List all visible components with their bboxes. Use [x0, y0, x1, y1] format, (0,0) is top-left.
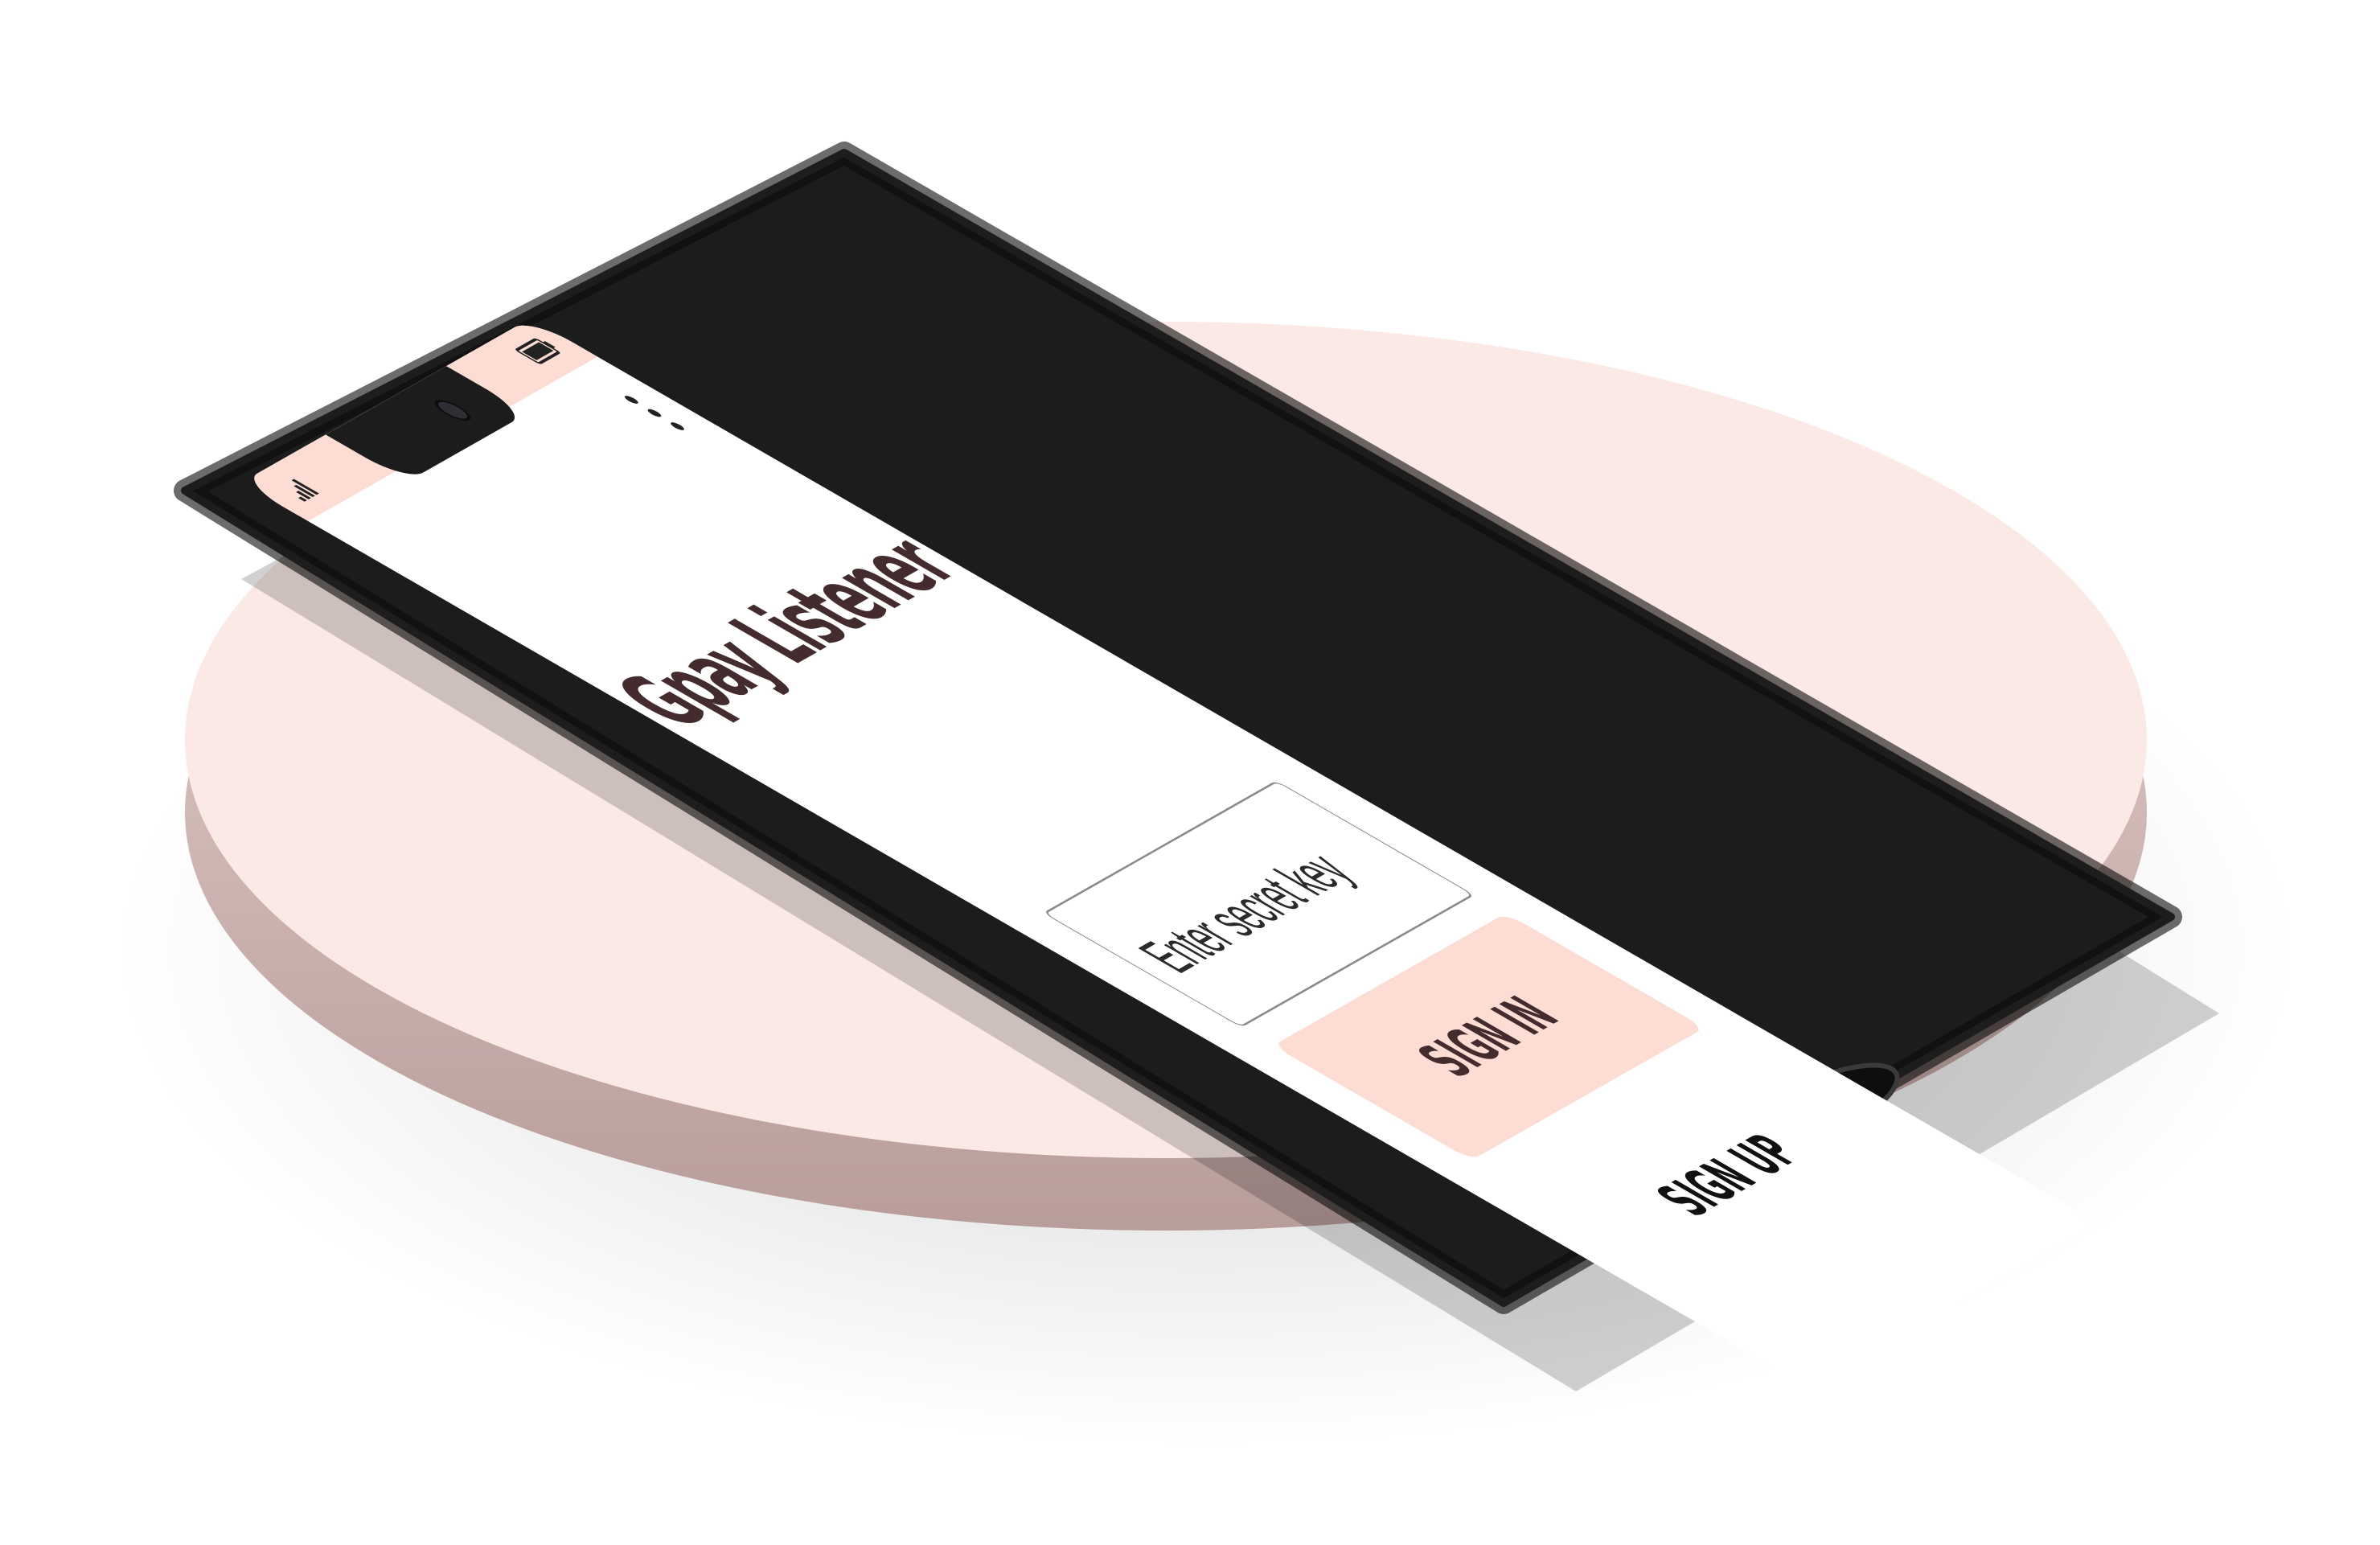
app-title: Gpay Listener	[592, 520, 982, 743]
front-camera	[429, 397, 476, 424]
sign-up-button[interactable]: SIGN UP	[1595, 1099, 1863, 1251]
battery-icon	[515, 338, 560, 364]
mockup-stage: Gpay Listener SIGN IN SIGN UP	[0, 0, 2380, 1545]
signal-icon	[291, 479, 319, 502]
